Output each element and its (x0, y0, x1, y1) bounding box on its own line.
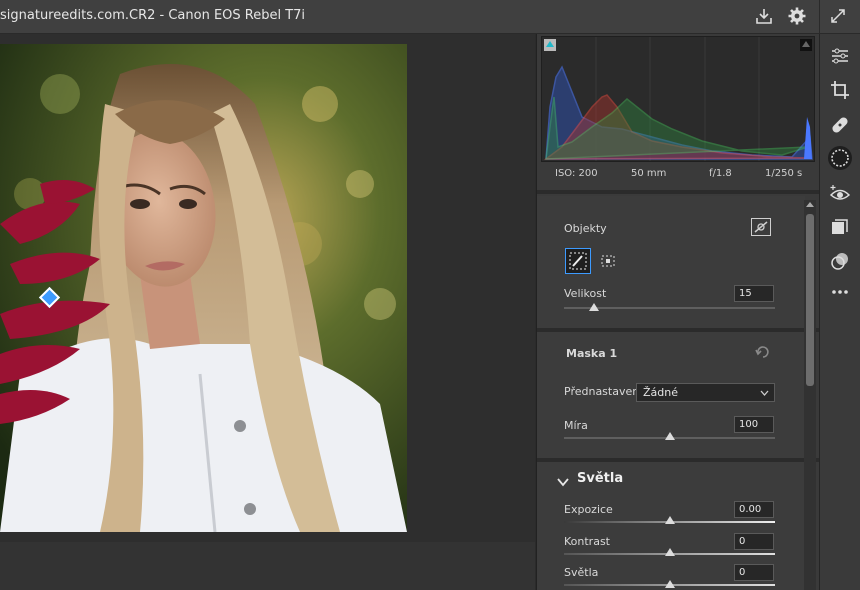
gear-icon[interactable] (785, 4, 809, 28)
objects-section: Objekty Velikost 15 (537, 196, 805, 328)
histogram (541, 36, 815, 162)
light-title[interactable]: Světla (577, 471, 623, 486)
highlights-label: Světla (564, 566, 599, 579)
crop-icon[interactable] (828, 78, 852, 102)
mask-title: Maska 1 (566, 347, 618, 360)
redeye-icon[interactable] (828, 182, 852, 206)
size-slider-thumb[interactable] (589, 303, 599, 311)
download-icon[interactable] (752, 4, 776, 28)
size-input[interactable]: 15 (734, 285, 774, 302)
highlight-clipping-icon[interactable] (800, 39, 812, 51)
brush-select-icon[interactable] (565, 248, 591, 274)
filmstrip-area (0, 542, 535, 590)
light-section: Světla Expozice 0.00 Kontrast 0 Světla 0 (537, 462, 805, 590)
highlights-slider-thumb[interactable] (665, 580, 675, 588)
edit-panel: ISO: 200 50 mm f/1.8 1/250 s Objekty Vel… (536, 34, 819, 590)
contrast-slider-thumb[interactable] (665, 548, 675, 556)
scrollbar-thumb[interactable] (806, 214, 814, 386)
shadow-clipping-icon[interactable] (544, 39, 556, 51)
focal-length: 50 mm (631, 168, 667, 179)
tool-rail (819, 34, 860, 590)
chevron-down-icon (760, 390, 769, 396)
objects-title: Objekty (564, 222, 607, 235)
collapse-chevron-icon[interactable] (557, 473, 569, 487)
size-label: Velikost (564, 287, 607, 300)
preset-label: Přednastavení (564, 385, 643, 398)
window-title: signatureedits.com.CR2 - Canon EOS Rebel… (0, 8, 306, 23)
healing-icon[interactable] (828, 113, 852, 137)
contrast-input[interactable]: 0 (734, 533, 774, 550)
amount-input[interactable]: 100 (734, 416, 774, 433)
edit-sliders-icon[interactable] (828, 44, 852, 68)
amount-label: Míra (564, 419, 588, 432)
capture-info: ISO: 200 50 mm f/1.8 1/250 s (537, 164, 819, 184)
preset-value: Žádné (643, 386, 678, 399)
image-canvas[interactable] (0, 34, 535, 590)
exposure-input[interactable]: 0.00 (734, 501, 774, 518)
highlights-input[interactable]: 0 (734, 564, 774, 581)
snapshots-icon[interactable] (828, 249, 852, 273)
iso-value: ISO: 200 (555, 168, 598, 179)
contrast-label: Kontrast (564, 535, 610, 548)
show-overlay-icon[interactable] (751, 218, 771, 236)
rect-select-icon[interactable] (599, 252, 617, 270)
photo-preview[interactable] (0, 44, 407, 532)
preset-select[interactable]: Žádné (636, 383, 775, 402)
amount-slider-thumb[interactable] (665, 432, 675, 440)
more-icon[interactable] (828, 280, 852, 304)
masking-icon[interactable] (828, 146, 852, 170)
title-bar: signatureedits.com.CR2 - Canon EOS Rebel… (0, 0, 860, 34)
scroll-up-icon[interactable] (806, 202, 814, 207)
exposure-label: Expozice (564, 503, 613, 516)
shutter-speed: 1/250 s (765, 168, 803, 179)
presets-icon[interactable] (828, 215, 852, 239)
exposure-slider-thumb[interactable] (665, 516, 675, 524)
reset-icon[interactable] (755, 344, 771, 360)
aperture: f/1.8 (709, 168, 732, 179)
panel-scrollbar[interactable] (804, 200, 816, 590)
expand-icon[interactable] (826, 4, 850, 28)
